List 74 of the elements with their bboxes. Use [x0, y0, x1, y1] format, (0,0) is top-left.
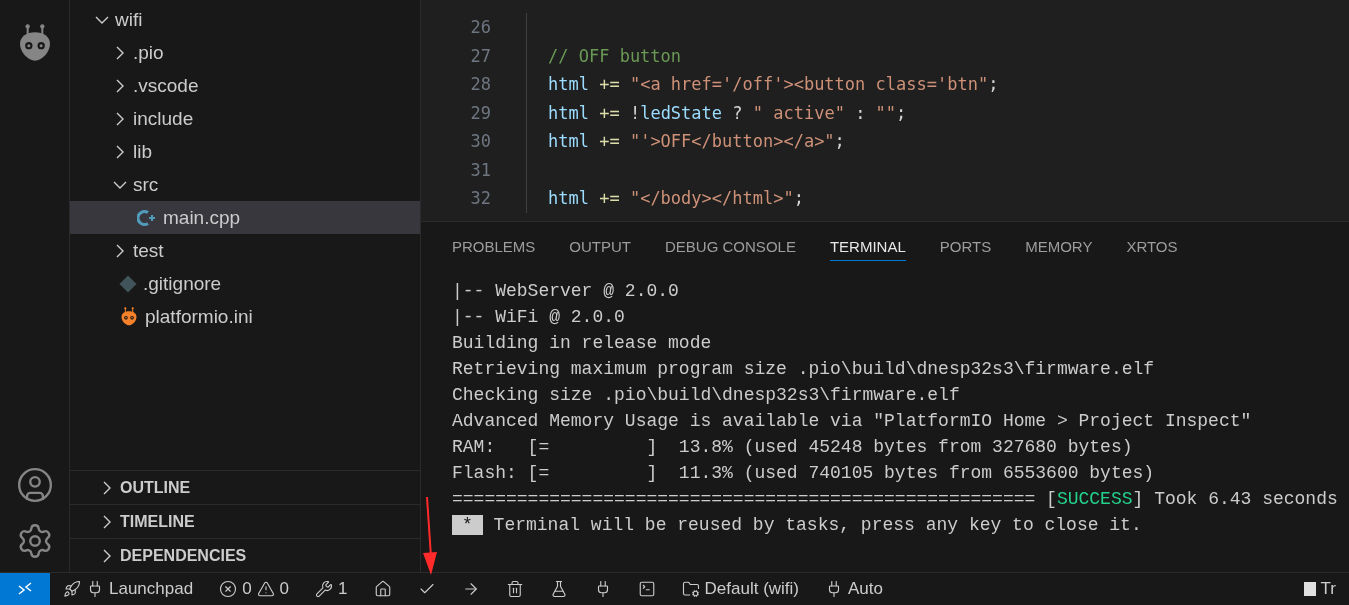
chevron-right-icon — [116, 45, 124, 60]
tools-icon — [315, 580, 334, 598]
line-number: 29 — [469, 102, 492, 123]
tasks-button[interactable]: 1 — [302, 573, 361, 605]
panel-tab[interactable]: MEMORY — [1025, 231, 1093, 261]
terminal-text: Flash: [= ] 11.3% (used 740105 bytes from 6553600 bytes) — [452, 463, 1155, 483]
alien-file-icon — [119, 306, 139, 327]
terminal-badge: * — [452, 515, 483, 535]
chevron-right-icon — [116, 144, 124, 159]
chevron-down-icon — [95, 15, 109, 24]
terminal-text: ] Took 6.43 seconds — [1132, 489, 1338, 509]
panel-tab[interactable]: PORTS — [939, 231, 992, 261]
line-number: 31 — [469, 159, 492, 180]
terminal-text: RAM: [= ] 13.8% (used 45248 bytes from 327680 bytes) — [452, 437, 1133, 457]
line-number: 28 — [469, 74, 492, 95]
line-number: 27 — [469, 45, 492, 66]
tree-item[interactable]: .vscode — [70, 69, 420, 102]
home-icon — [373, 580, 392, 598]
error-icon — [219, 580, 238, 598]
tree-item[interactable]: src — [70, 168, 420, 201]
line-number: 30 — [469, 131, 492, 152]
section-header[interactable]: TIMELINE — [70, 504, 420, 538]
terminal-text: Checking size .pio\build\dnesp32s3\firmware.elf — [452, 385, 960, 405]
tree-item[interactable]: .gitignore — [70, 267, 420, 300]
panel-tab[interactable]: XRTOS — [1126, 231, 1178, 261]
warning-icon — [256, 580, 275, 598]
code-line: html += "<a href='/off'><button class='btn"; — [526, 70, 999, 99]
chevron-right-icon — [116, 243, 124, 258]
tree-item[interactable]: wifi — [70, 3, 420, 36]
trash-icon — [505, 580, 524, 598]
flask-icon — [549, 580, 568, 598]
folder-gear-icon — [681, 580, 700, 598]
terminal-text: SUCCESS — [1056, 489, 1133, 509]
account-icon — [15, 466, 54, 504]
tree-item[interactable]: platformio.ini — [70, 300, 420, 333]
chevron-right-icon — [103, 514, 111, 529]
chevron-right-icon — [116, 111, 124, 126]
chevron-right-icon — [103, 548, 111, 563]
tree-item[interactable]: lib — [70, 135, 420, 168]
rocket-icon — [63, 580, 81, 598]
section-header[interactable]: OUTLINE — [70, 470, 420, 504]
terminal-text: |-- WebServer @ 2.0.0 — [452, 281, 679, 301]
terminal-text: ====================================================== [ — [452, 489, 1057, 509]
code-line: html += !ledState ? " active" : ""; — [526, 98, 907, 127]
status-item[interactable]: Tr — [1290, 573, 1349, 605]
code-line: html += "</body></html>"; — [526, 184, 804, 213]
terminal-icon — [637, 580, 656, 598]
launchpad-button[interactable]: Launchpad — [50, 573, 207, 605]
panel-tab[interactable]: PROBLEMS — [452, 231, 536, 261]
line-number: 26 — [469, 17, 492, 38]
panel-tab[interactable]: TERMINAL — [829, 231, 906, 261]
panel-tab[interactable]: DEBUG CONSOLE — [665, 231, 796, 261]
tree-item[interactable]: test — [70, 234, 420, 267]
environment-button[interactable]: Default (wifi) — [668, 573, 812, 605]
code-line: html += "'>OFF</button></a>"; — [526, 127, 845, 156]
line-number: 32 — [469, 188, 492, 209]
terminal-text: |-- WiFi @ 2.0.0 — [452, 307, 625, 327]
port-button[interactable]: Auto — [812, 573, 896, 605]
remote-icon — [16, 580, 34, 598]
chevron-right-icon — [103, 480, 111, 495]
panel-tab[interactable]: OUTPUT — [569, 231, 632, 261]
chevron-right-icon — [116, 78, 124, 93]
cpp-file-icon — [137, 208, 157, 227]
terminal-text: Terminal will be reused by tasks, press any key to close it. — [492, 515, 1142, 535]
tree-item[interactable]: .pio — [70, 36, 420, 69]
tree-item[interactable]: include — [70, 102, 420, 135]
square-icon — [1303, 582, 1316, 596]
terminal-text: Building in release mode — [452, 333, 712, 353]
chevron-down-icon — [113, 180, 127, 189]
tree-item[interactable]: main.cpp — [70, 201, 420, 234]
code-line: // OFF button — [526, 41, 682, 70]
terminal-text: Retrieving maximum program size .pio\build\dnesp32s3\firmware.elf — [452, 359, 1155, 379]
problems-button[interactable]: 0 0 — [206, 573, 303, 605]
terminal-text: Advanced Memory Usage is available via "PlatformIO Home > Project Inspect" — [452, 411, 1252, 431]
